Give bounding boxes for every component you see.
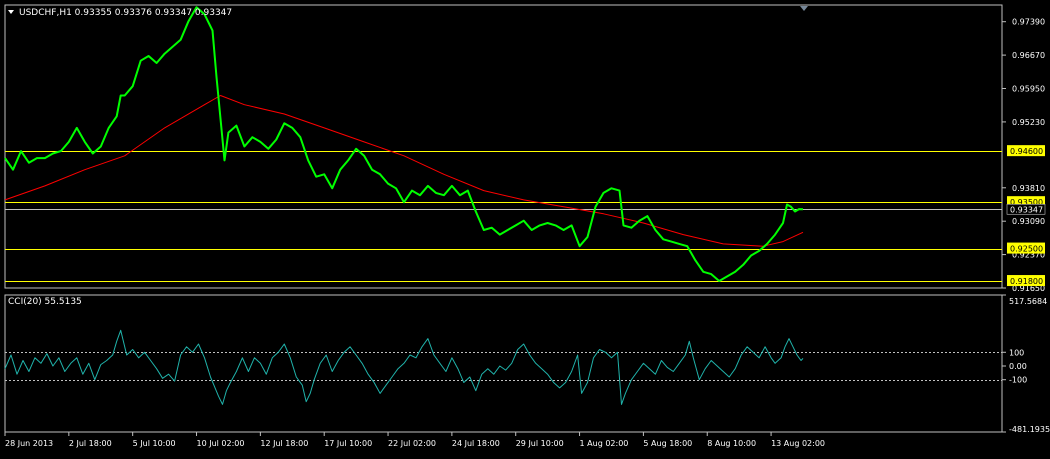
time-tick-label-8: 29 Jul 10:00 [516,439,564,448]
horizontal-line-label-3: 0.91800 [1010,277,1043,286]
current-price-label: 0.93347 [1010,205,1043,214]
time-tick-label-10: 5 Aug 18:00 [643,439,692,448]
cci-tick-label-1: 100 [1009,348,1024,357]
cci-tick-label-3: -100 [1009,376,1027,385]
price-tick-label-5: 0.93090 [1012,217,1045,226]
horizontal-line-label-0: 0.94600 [1010,147,1043,156]
horizontal-line-label-2: 0.92500 [1010,245,1043,254]
trading-chart-window[interactable]: 0.97390 0.96670 0.95950 0.95230 0.93810 0.930… [0,0,1050,455]
price-tick-label-0: 0.97390 [1012,18,1045,27]
time-tick-label-2: 5 Jul 10:00 [133,439,176,448]
chart-background [0,0,1050,455]
time-tick-label-11: 8 Aug 10:00 [707,439,756,448]
cci-indicator-label: CCI(20) 55.5135 [8,297,82,307]
chart-header[interactable]: USDCHF,H1 0.93355 0.93376 0.93347 0.9334… [8,8,232,18]
time-tick-label-9: 1 Aug 02:00 [580,439,629,448]
time-tick-label-5: 17 Jul 10:00 [324,439,372,448]
price-tick-label-3: 0.95230 [1012,118,1045,127]
time-tick-label-6: 22 Jul 02:00 [388,439,436,448]
price-tick-label-2: 0.95950 [1012,85,1045,94]
price-tick-label-1: 0.96670 [1012,51,1045,60]
time-tick-label-3: 10 Jul 02:00 [197,439,245,448]
symbol-info-text: USDCHF,H1 0.93355 0.93376 0.93347 0.9334… [19,8,232,18]
time-tick-label-4: 12 Jul 18:00 [260,439,308,448]
cci-tick-label-2: 0.00 [1009,362,1027,371]
chart-svg[interactable]: 0.97390 0.96670 0.95950 0.95230 0.93810 0.930… [0,0,1050,455]
time-tick-label-7: 24 Jul 18:00 [452,439,500,448]
price-tick-label-4: 0.93810 [1012,184,1045,193]
cci-tick-label-4: -481.1935 [1009,425,1050,434]
time-tick-label-1: 2 Jul 18:00 [69,439,112,448]
time-tick-label-12: 13 Aug 02:00 [771,439,825,448]
time-tick-label-0: 28 Jun 2013 [5,439,53,448]
cci-tick-label-0: 517.5684 [1009,297,1047,306]
